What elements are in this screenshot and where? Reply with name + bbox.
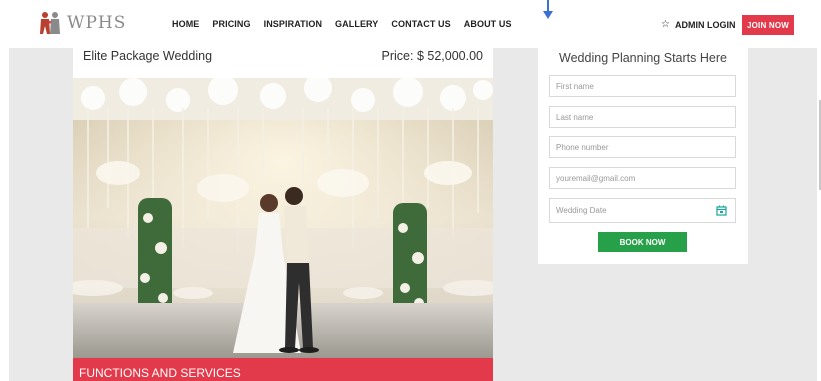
nav-inspiration[interactable]: INSPIRATION [264, 19, 322, 29]
first-name-field[interactable]: First name [549, 75, 736, 97]
logo-text: WPHS [67, 13, 127, 33]
nav-home[interactable]: HOME [172, 19, 199, 29]
package-title: Elite Package Wedding [83, 49, 213, 63]
nav-about-us[interactable]: ABOUT US [464, 19, 512, 29]
book-now-button[interactable]: BOOK NOW [598, 232, 687, 252]
admin-login-label: ADMIN LOGIN [674, 19, 736, 30]
main-nav: HOME PRICING INSPIRATION GALLERY CONTACT… [172, 19, 525, 29]
package-panel: Elite Package Wedding Price: $ 52,000.00 [73, 48, 493, 381]
form-title: Wedding Planning Starts Here [559, 51, 727, 65]
wedding-date-field[interactable]: Wedding Date [549, 198, 709, 223]
site-logo[interactable]: WPHS [37, 10, 126, 36]
calendar-button[interactable] [708, 198, 736, 223]
package-price: Price: $ 52,000.00 [381, 49, 483, 63]
nav-contact-us[interactable]: CONTACT US [391, 19, 450, 29]
site-header: WPHS HOME PRICING INSPIRATION GALLERY CO… [9, 0, 817, 48]
down-arrow-cursor-icon [543, 0, 553, 19]
admin-login-link[interactable]: ☆ ADMIN LOGIN [661, 19, 735, 30]
functions-services-heading: FUNCTIONS AND SERVICES [73, 358, 493, 381]
nav-pricing[interactable]: PRICING [212, 19, 250, 29]
last-name-field[interactable]: Last name [549, 106, 736, 128]
star-icon: ☆ [661, 19, 670, 30]
page-left-margin [0, 0, 9, 381]
phone-number-field[interactable]: Phone number [549, 136, 736, 158]
couple-logo-icon [40, 12, 60, 34]
booking-form: Wedding Planning Starts Here First name … [538, 44, 748, 264]
page-right-margin [817, 0, 821, 381]
join-now-button[interactable]: JOIN NOW [742, 15, 794, 35]
wedding-photo [73, 78, 493, 358]
nav-gallery[interactable]: GALLERY [335, 19, 378, 29]
email-field[interactable]: youremail@gmail.com [549, 167, 736, 189]
calendar-icon [716, 205, 727, 216]
